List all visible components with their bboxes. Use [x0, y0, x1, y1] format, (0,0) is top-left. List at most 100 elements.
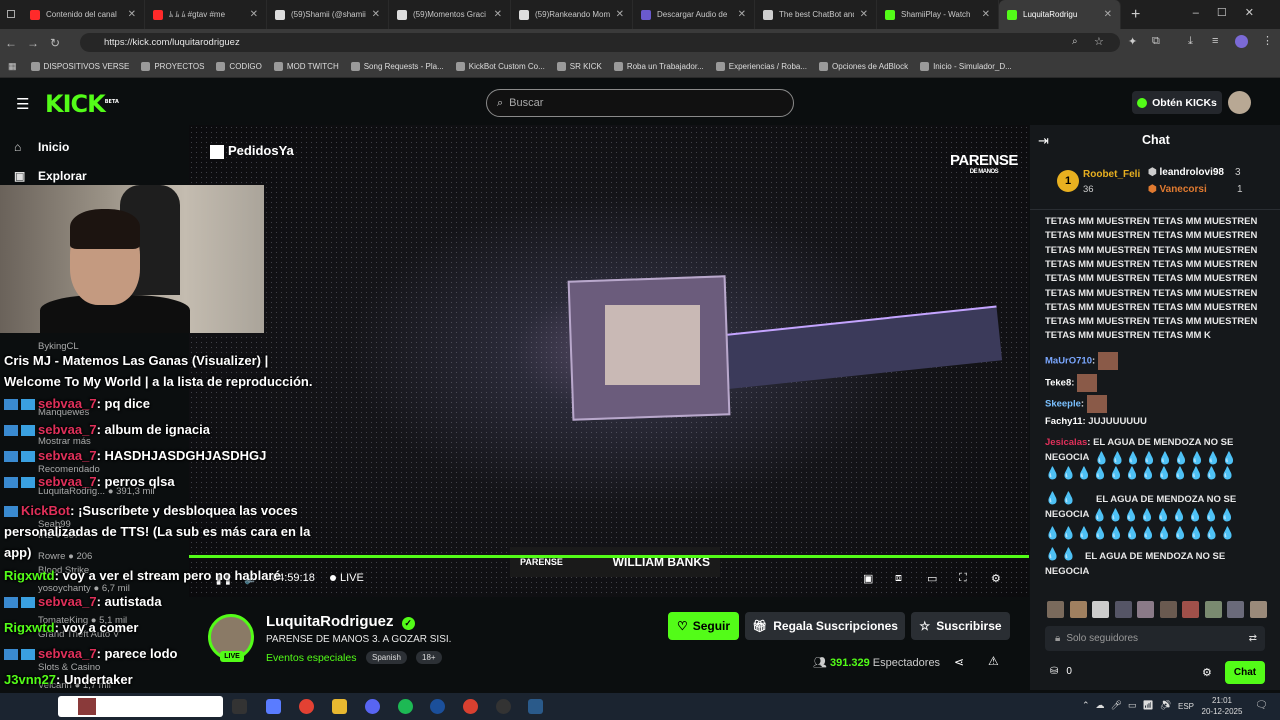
spotify-icon[interactable]	[398, 699, 413, 714]
emote-thumb[interactable]	[1069, 601, 1087, 618]
browser-tab[interactable]: Descargar Audio de ✕	[633, 0, 755, 29]
app-icon-blue[interactable]	[528, 699, 543, 714]
puzzle-icon[interactable]: ⧉	[1152, 35, 1160, 48]
kick-logo[interactable]: KICKBETA	[45, 90, 119, 118]
bookmark-item[interactable]: Inicio - Simulador_D...	[920, 62, 1012, 71]
chat-settings-icon[interactable]: ⚙	[1202, 666, 1212, 679]
tab-close-icon[interactable]: ✕	[494, 9, 502, 20]
leader-name[interactable]: Vanecorsi	[1160, 184, 1207, 195]
emote-thumb[interactable]	[1249, 601, 1267, 618]
reload-icon[interactable]: ↻	[44, 36, 66, 50]
window-controls[interactable]: –☐✕	[1193, 6, 1272, 19]
bookmark-item[interactable]: Roba un Trabajador...	[613, 62, 704, 71]
taskbar-clock[interactable]: 21:01 20-12-2025	[1200, 695, 1244, 717]
sidebar-item-inicio[interactable]: ⌂ Inicio	[14, 140, 69, 154]
bookmark-item[interactable]: MOD TWITCH	[273, 62, 339, 71]
tab-close-icon[interactable]: ✕	[128, 9, 136, 20]
emote-thumb[interactable]	[1047, 601, 1064, 618]
settings-icon[interactable]: ⚙	[991, 572, 1001, 585]
system-tray-icons[interactable]: ⌃☁🎤︎▭📶︎🔊︎	[1082, 700, 1177, 711]
apps-grid-icon[interactable]: ▦	[8, 61, 17, 72]
bookmark-item[interactable]: PROYECTOS	[141, 62, 204, 71]
chat-input[interactable]: 🔒︎ Solo seguidores ⇄	[1045, 626, 1265, 651]
leader-name[interactable]: Roobet_Feli	[1083, 169, 1140, 180]
file-explorer-icon[interactable]	[332, 699, 347, 714]
hamburger-menu-icon[interactable]: ☰	[16, 95, 29, 113]
zoom-icon[interactable]: ⌕	[1072, 36, 1078, 47]
browser-tab[interactable]: (59)Shamii (@shamii ✕	[267, 0, 389, 29]
points-indicator[interactable]: ⛁ 0	[1050, 666, 1072, 677]
chat-user[interactable]: Skeeple	[1045, 399, 1081, 410]
send-chat-button[interactable]: Chat	[1225, 661, 1265, 684]
sidebar-item-explorar[interactable]: ▣ Explorar	[14, 169, 87, 183]
tab-close-icon[interactable]: ✕	[738, 9, 746, 20]
subscribe-button[interactable]: ☆ Suscribirse	[911, 612, 1010, 640]
browser-tab[interactable]: ﾑ ﾑ ﾑ #gtav #me ✕	[145, 0, 267, 29]
miniplayer-icon[interactable]: ⧈	[895, 572, 902, 585]
tab-close-icon[interactable]: ✕	[982, 9, 990, 20]
search-input[interactable]: ⌕ Buscar	[486, 89, 794, 117]
emote-thumb[interactable]	[1159, 601, 1177, 618]
tab-close-icon[interactable]: ✕	[250, 9, 258, 20]
chat-user[interactable]: MaUrO710	[1045, 356, 1092, 367]
sidebar-channel-item[interactable]: Mostrar más	[38, 436, 91, 447]
bookmark-item[interactable]: SR KICK	[556, 62, 602, 71]
tab-close-icon[interactable]: ✕	[616, 9, 624, 20]
bookmark-item[interactable]: Song Requests - Pla...	[350, 62, 444, 71]
app-icon-red[interactable]	[463, 699, 478, 714]
chat-user[interactable]: Teke8	[1045, 378, 1071, 389]
steam-icon[interactable]	[430, 699, 445, 714]
new-tab-button[interactable]: +	[1131, 6, 1140, 24]
bookmark-item[interactable]: Opciones de AdBlock	[819, 62, 908, 71]
notifications-icon[interactable]: 🗨︎	[1255, 700, 1268, 711]
gift-subs-button[interactable]: 🎁︎ Regala Suscripciones	[745, 612, 905, 640]
chat-user[interactable]: Fachy11	[1045, 416, 1083, 427]
emote-thumb[interactable]	[1137, 601, 1154, 618]
emote-thumb[interactable]	[1092, 601, 1109, 618]
browser-tab[interactable]: Contenido del canal ✕	[22, 0, 145, 29]
download-icon[interactable]: ⤓	[1188, 35, 1193, 48]
url-field[interactable]: https://kick.com/luquitarodriguez	[80, 33, 1120, 52]
keyboard-language[interactable]: ESP	[1178, 702, 1194, 711]
tag-mature[interactable]: 18+	[416, 651, 442, 664]
share-icon[interactable]: ⋖	[954, 655, 964, 669]
user-avatar[interactable]	[1228, 91, 1251, 114]
leader-name[interactable]: leandrolovi98	[1160, 167, 1224, 178]
obs-icon[interactable]	[496, 699, 511, 714]
report-icon[interactable]: ⚠	[988, 654, 999, 668]
chrome-icon[interactable]	[299, 699, 314, 714]
browser-tab[interactable]: (59)Momentos Graci ✕	[389, 0, 511, 29]
task-view-icon[interactable]	[232, 699, 247, 714]
extension-icon[interactable]: ✦	[1128, 35, 1137, 48]
tab-menu-icon[interactable]	[0, 0, 22, 29]
forward-icon[interactable]: →	[22, 36, 44, 50]
theater-icon[interactable]: ▭	[927, 572, 937, 585]
bookmark-star-icon[interactable]: ☆	[1094, 35, 1104, 48]
emote-thumb[interactable]	[1114, 601, 1132, 618]
emote-thumb[interactable]	[1182, 601, 1199, 618]
emote-picker-icon[interactable]: ⇄	[1249, 633, 1257, 644]
clip-icon[interactable]: ▣	[863, 572, 873, 585]
browser-menu-icon[interactable]: ⋮	[1262, 34, 1273, 47]
back-icon[interactable]: ←	[0, 36, 22, 50]
chat-user[interactable]: Jesicalas	[1045, 437, 1087, 448]
tab-close-icon[interactable]: ✕	[372, 9, 380, 20]
tab-close-icon[interactable]: ✕	[860, 9, 868, 20]
browser-tab[interactable]: (59)Rankeando Mom ✕	[511, 0, 633, 29]
channel-name[interactable]: LuquitaRodriguez	[266, 613, 394, 630]
bookmark-item[interactable]: KickBot Custom Co...	[455, 62, 545, 71]
stream-category[interactable]: Eventos especiales	[266, 652, 356, 664]
discord-icon[interactable]	[365, 699, 380, 714]
emote-thumb[interactable]	[1204, 601, 1222, 618]
get-kicks-button[interactable]: Obtén KICKs	[1132, 91, 1222, 114]
bookmark-item[interactable]: DISPOSITIVOS VERSE	[30, 62, 129, 71]
browser-tab[interactable]: LuquitaRodrigu ✕	[999, 0, 1121, 29]
bookmark-item[interactable]: Experiencias / Roba...	[715, 62, 807, 71]
bookmark-item[interactable]: CODIGO	[216, 62, 262, 71]
browser-tab[interactable]: The best ChatBot and ✕	[755, 0, 877, 29]
tab-close-icon[interactable]: ✕	[1104, 9, 1112, 20]
tag-language[interactable]: Spanish	[366, 651, 407, 664]
fullscreen-icon[interactable]: ⛶	[959, 572, 967, 585]
emote-thumb[interactable]	[1227, 601, 1244, 618]
media-icon[interactable]: ≡	[1212, 35, 1218, 47]
